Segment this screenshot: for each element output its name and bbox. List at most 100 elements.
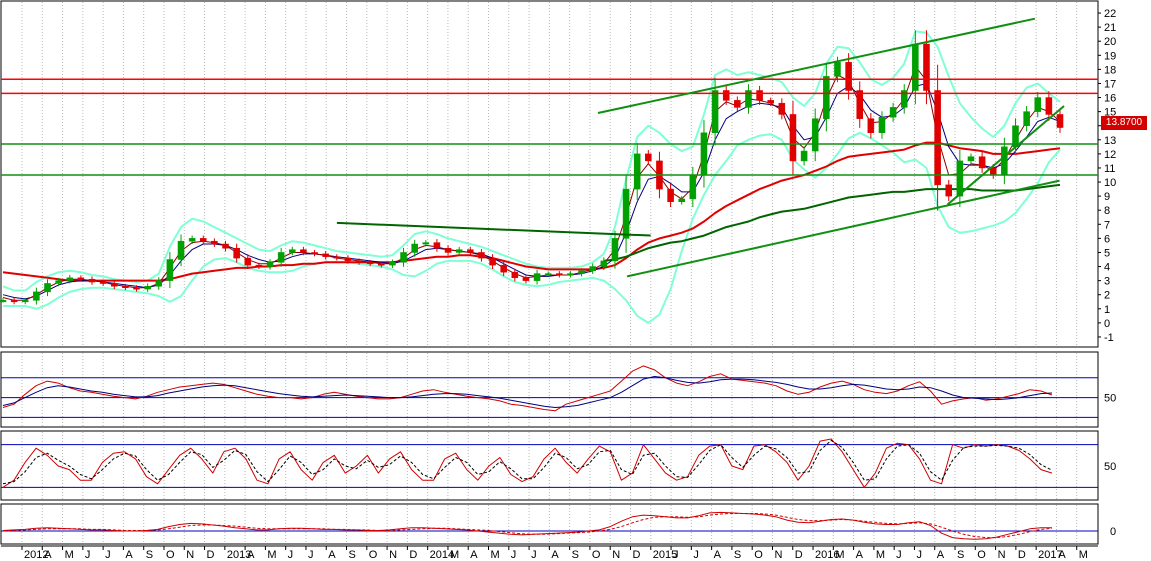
bollinger-lower-line <box>3 131 1061 324</box>
x-tick-label: O <box>754 549 763 561</box>
trendline <box>597 17 1036 115</box>
x-tick-label: A <box>937 549 945 561</box>
candle-body <box>867 118 875 133</box>
panel4-tick-label: 0 <box>1110 526 1116 538</box>
x-tick-label: A <box>328 549 336 561</box>
candle-body <box>1056 114 1064 128</box>
x-tick-label: S <box>572 549 579 561</box>
candle-body <box>811 118 819 152</box>
candle-body <box>600 260 608 267</box>
x-tick-label: N <box>612 549 620 561</box>
ma-long-red-line <box>2 141 1061 282</box>
x-tick-label: A <box>247 549 255 561</box>
y-tick-label: 9 <box>1104 191 1110 203</box>
x-tick-label: D <box>207 549 215 561</box>
candle-body <box>188 238 196 242</box>
x-tick-label: J <box>916 549 922 561</box>
y-tick-label: 22 <box>1104 8 1116 20</box>
x-tick-label: D <box>795 549 803 561</box>
x-tick-label: M <box>1079 549 1088 561</box>
y-tick-label: 1 <box>1104 304 1110 316</box>
candle-body <box>400 252 407 263</box>
x-tick-label: O <box>166 549 175 561</box>
candle-body <box>411 243 418 253</box>
y-tick-label: 3 <box>1104 276 1110 288</box>
candle-body <box>544 273 552 276</box>
candle-body <box>199 238 207 242</box>
candle-body <box>378 263 385 266</box>
candle-body <box>155 280 163 287</box>
candle-body <box>767 100 774 104</box>
candle-body <box>66 277 74 281</box>
x-tick-label: J <box>288 549 294 561</box>
x-tick-label: A <box>44 549 52 561</box>
x-tick-label: D <box>1018 549 1026 561</box>
x-tick-label: M <box>450 549 459 561</box>
candle-body <box>289 249 296 253</box>
x-tick-label: A <box>856 549 864 561</box>
candle-body <box>1001 146 1008 176</box>
candle-body <box>611 238 619 262</box>
candle-body <box>366 262 374 265</box>
candle-body <box>300 249 307 253</box>
x-tick-label: M <box>876 549 885 561</box>
x-tick-label: S <box>146 549 153 561</box>
x-tick-label: J <box>531 549 537 561</box>
candle-body <box>478 252 485 259</box>
candle-body <box>266 262 274 267</box>
candle-body <box>856 90 864 119</box>
candle-body <box>511 271 519 279</box>
candle-body <box>689 174 697 200</box>
candle-body <box>622 188 630 239</box>
candle-body <box>233 247 240 259</box>
candle-body <box>311 252 318 255</box>
candle-body <box>878 117 886 133</box>
candle-body <box>110 283 118 287</box>
x-tick-label: J <box>693 549 699 561</box>
x-tick-label: J <box>105 549 111 561</box>
y-tick-label: 6 <box>1104 233 1110 245</box>
y-tick-label: 11 <box>1104 163 1115 175</box>
candle-body <box>645 153 652 162</box>
x-tick-label: J <box>85 549 91 561</box>
candle-body <box>734 100 741 108</box>
x-tick-label: S <box>349 549 356 561</box>
candle-body <box>1023 111 1030 126</box>
candle-body <box>945 184 953 197</box>
y-tick-label: -1 <box>1104 332 1114 344</box>
stock-chart: 2012A M J J A S O N D 2013A M J J A S O N D 2014M A M J J A S O N D… <box>0 0 1116 561</box>
candle-body <box>1045 97 1053 115</box>
x-tick-label: M <box>835 549 844 561</box>
y-tick-label: 0 <box>1104 318 1110 330</box>
candle-body <box>99 281 107 284</box>
candle-body <box>967 156 975 162</box>
candle-body <box>244 257 252 266</box>
candle-body <box>923 43 930 91</box>
x-tick-label: N <box>389 549 397 561</box>
candle-body <box>978 156 986 169</box>
x-tick-label: N <box>186 549 194 561</box>
y-tick-label: 7 <box>1104 219 1110 231</box>
y-tick-label: 13 <box>1104 135 1116 147</box>
y-tick-label: 4 <box>1104 262 1110 274</box>
y-tick-label: 10 <box>1104 177 1116 189</box>
x-tick-label: A <box>551 549 559 561</box>
last-price-tag: 13.8700 <box>1101 116 1147 130</box>
x-tick-label: J <box>511 549 517 561</box>
candle-body <box>355 260 363 263</box>
candle-body <box>122 286 129 289</box>
candle-body <box>88 278 96 283</box>
candle-body <box>711 90 719 133</box>
candle-body <box>344 257 352 262</box>
candle-body <box>166 259 174 281</box>
candle-body <box>44 283 51 293</box>
candle-body <box>77 277 85 280</box>
candle-body <box>912 43 919 91</box>
y-tick-label: 18 <box>1104 64 1116 76</box>
candle-body <box>834 62 841 77</box>
x-tick-label: O <box>977 549 986 561</box>
candle-body <box>1034 97 1042 112</box>
x-tick-label: O <box>592 549 601 561</box>
y-tick-label: 2 <box>1104 290 1110 302</box>
x-tick-label: D <box>632 549 640 561</box>
